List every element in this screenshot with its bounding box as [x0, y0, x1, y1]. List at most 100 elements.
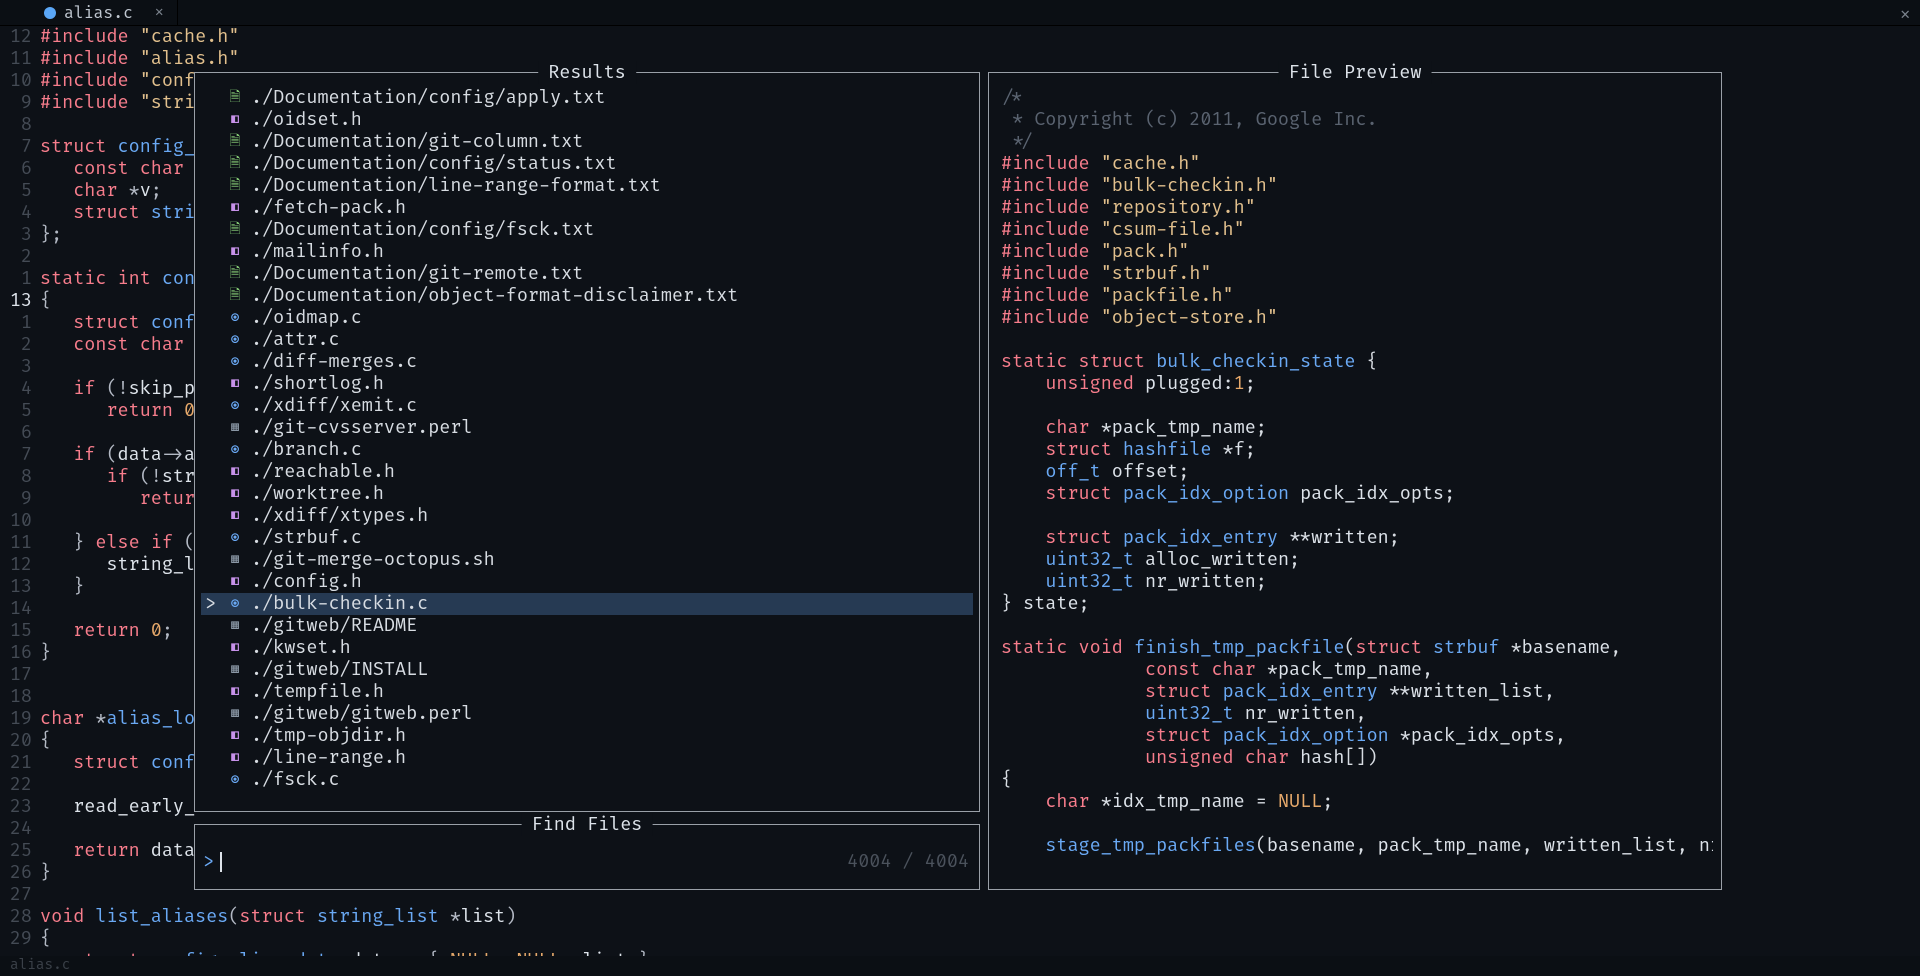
- find-match-count: 4004 / 4004: [847, 850, 969, 873]
- results-item-path: ./mailinfo.h: [251, 241, 384, 263]
- file-type-icon: ◧: [227, 241, 243, 263]
- results-item[interactable]: > ◉ ./bulk-checkin.c: [201, 593, 973, 615]
- results-item[interactable]: >◧./tempfile.h: [201, 681, 973, 703]
- file-type-icon: ◧: [227, 571, 243, 593]
- close-icon[interactable]: ✕: [155, 4, 163, 21]
- file-type-icon: ◧: [227, 461, 243, 483]
- selection-pointer-icon: >: [205, 593, 219, 615]
- results-item-path: ./xdiff/xtypes.h: [251, 505, 428, 527]
- file-type-icon: ◉: [227, 769, 243, 791]
- window-close-icon[interactable]: ✕: [1900, 4, 1910, 24]
- results-item-path: ./Documentation/config/status.txt: [251, 153, 617, 175]
- results-item[interactable]: >▦./gitweb/gitweb.perl: [201, 703, 973, 725]
- file-type-icon: ◧: [227, 373, 243, 395]
- file-type-icon: 🗎: [227, 131, 243, 153]
- results-item[interactable]: >🗎./Documentation/line-range-format.txt: [201, 175, 973, 197]
- results-item-path: ./reachable.h: [251, 461, 395, 483]
- tab-alias-c[interactable]: alias.c ✕: [30, 0, 178, 25]
- file-type-icon: ◉: [227, 593, 243, 615]
- results-item[interactable]: >◧./xdiff/xtypes.h: [201, 505, 973, 527]
- results-item[interactable]: >◉./attr.c: [201, 329, 973, 351]
- results-item-path: ./git-cvsserver.perl: [251, 417, 473, 439]
- results-item[interactable]: >▦./gitweb/README: [201, 615, 973, 637]
- file-type-icon: ◉: [227, 395, 243, 417]
- results-item[interactable]: >🗎./Documentation/git-remote.txt: [201, 263, 973, 285]
- results-item-path: ./gitweb/INSTALL: [251, 659, 428, 681]
- results-item[interactable]: >◧./tmp-objdir.h: [201, 725, 973, 747]
- results-item[interactable]: >◉./xdiff/xemit.c: [201, 395, 973, 417]
- tab-filename: alias.c: [64, 3, 133, 23]
- file-type-icon: ▦: [227, 615, 243, 637]
- file-type-icon: 🗎: [227, 175, 243, 197]
- file-type-icon: ◉: [227, 439, 243, 461]
- file-type-icon: ▦: [227, 549, 243, 571]
- results-item[interactable]: >▦./gitweb/INSTALL: [201, 659, 973, 681]
- results-item[interactable]: >◉./diff-merges.c: [201, 351, 973, 373]
- find-input[interactable]: [220, 850, 222, 873]
- results-item[interactable]: >◧./mailinfo.h: [201, 241, 973, 263]
- file-type-icon: ◧: [227, 505, 243, 527]
- results-item[interactable]: >◧./line-range.h: [201, 747, 973, 769]
- results-item-path: ./xdiff/xemit.c: [251, 395, 417, 417]
- results-item-path: ./attr.c: [251, 329, 340, 351]
- results-item[interactable]: >◉./fsck.c: [201, 769, 973, 791]
- results-item-path: ./gitweb/gitweb.perl: [251, 703, 473, 725]
- results-item-path: ./Documentation/line-range-format.txt: [251, 175, 661, 197]
- results-item[interactable]: >🗎./Documentation/config/fsck.txt: [201, 219, 973, 241]
- results-item[interactable]: >🗎./Documentation/config/status.txt: [201, 153, 973, 175]
- results-item-path: ./worktree.h: [251, 483, 384, 505]
- results-item-path: ./kwset.h: [251, 637, 351, 659]
- results-item-path: ./oidmap.c: [251, 307, 362, 329]
- file-type-icon: ◧: [227, 681, 243, 703]
- results-item[interactable]: >◧./reachable.h: [201, 461, 973, 483]
- results-item[interactable]: >◉./strbuf.c: [201, 527, 973, 549]
- results-title: Results: [538, 61, 636, 84]
- results-item[interactable]: >◧./shortlog.h: [201, 373, 973, 395]
- results-item-path: ./tmp-objdir.h: [251, 725, 406, 747]
- results-item-path: ./gitweb/README: [251, 615, 417, 637]
- file-type-icon: ◉: [227, 351, 243, 373]
- results-item[interactable]: >◉./branch.c: [201, 439, 973, 461]
- file-type-icon: 🗎: [227, 87, 243, 109]
- file-preview-body[interactable]: /* * Copyright (c) 2011, Google Inc. */#…: [1001, 87, 1713, 881]
- results-item-path: ./tempfile.h: [251, 681, 384, 703]
- results-item[interactable]: >◧./worktree.h: [201, 483, 973, 505]
- results-item[interactable]: >◧./config.h: [201, 571, 973, 593]
- results-item-path: ./diff-merges.c: [251, 351, 417, 373]
- file-type-icon: ◉: [227, 527, 243, 549]
- results-item[interactable]: >◉./oidmap.c: [201, 307, 973, 329]
- file-type-icon: ◧: [227, 109, 243, 131]
- file-type-icon: 🗎: [227, 263, 243, 285]
- file-type-icon: ◧: [227, 637, 243, 659]
- results-item-path: ./line-range.h: [251, 747, 406, 769]
- results-item[interactable]: >◧./oidset.h: [201, 109, 973, 131]
- file-type-icon: ◉: [227, 329, 243, 351]
- status-bar: alias.c: [0, 956, 1920, 976]
- results-list[interactable]: >🗎./Documentation/config/apply.txt>◧./oi…: [201, 87, 973, 805]
- results-item-path: ./shortlog.h: [251, 373, 384, 395]
- results-item[interactable]: >▦./git-merge-octopus.sh: [201, 549, 973, 571]
- file-type-icon: ◧: [227, 725, 243, 747]
- results-item[interactable]: >◧./fetch-pack.h: [201, 197, 973, 219]
- file-type-icon: ◧: [227, 197, 243, 219]
- results-pane: Results >🗎./Documentation/config/apply.t…: [194, 72, 980, 812]
- results-item-path: ./Documentation/config/fsck.txt: [251, 219, 594, 241]
- results-item-path: ./strbuf.c: [251, 527, 362, 549]
- file-type-icon: ▦: [227, 703, 243, 725]
- results-item-path: ./fsck.c: [251, 769, 340, 791]
- results-item-path: ./bulk-checkin.c: [251, 593, 428, 615]
- results-item-path: ./config.h: [251, 571, 362, 593]
- results-item[interactable]: >▦./git-cvsserver.perl: [201, 417, 973, 439]
- results-item[interactable]: >🗎./Documentation/object-format-disclaim…: [201, 285, 973, 307]
- line-number-gutter: 1211109876543211312345678910111213141516…: [0, 26, 40, 956]
- results-item-path: ./git-merge-octopus.sh: [251, 549, 495, 571]
- file-type-icon: ◧: [227, 747, 243, 769]
- file-preview-pane: File Preview /* * Copyright (c) 2011, Go…: [988, 72, 1722, 890]
- results-item-path: ./fetch-pack.h: [251, 197, 406, 219]
- results-item[interactable]: >🗎./Documentation/config/apply.txt: [201, 87, 973, 109]
- results-item-path: ./branch.c: [251, 439, 362, 461]
- results-item[interactable]: >🗎./Documentation/git-column.txt: [201, 131, 973, 153]
- results-item[interactable]: >◧./kwset.h: [201, 637, 973, 659]
- file-preview-title: File Preview: [1279, 61, 1432, 84]
- results-item-path: ./Documentation/object-format-disclaimer…: [251, 285, 738, 307]
